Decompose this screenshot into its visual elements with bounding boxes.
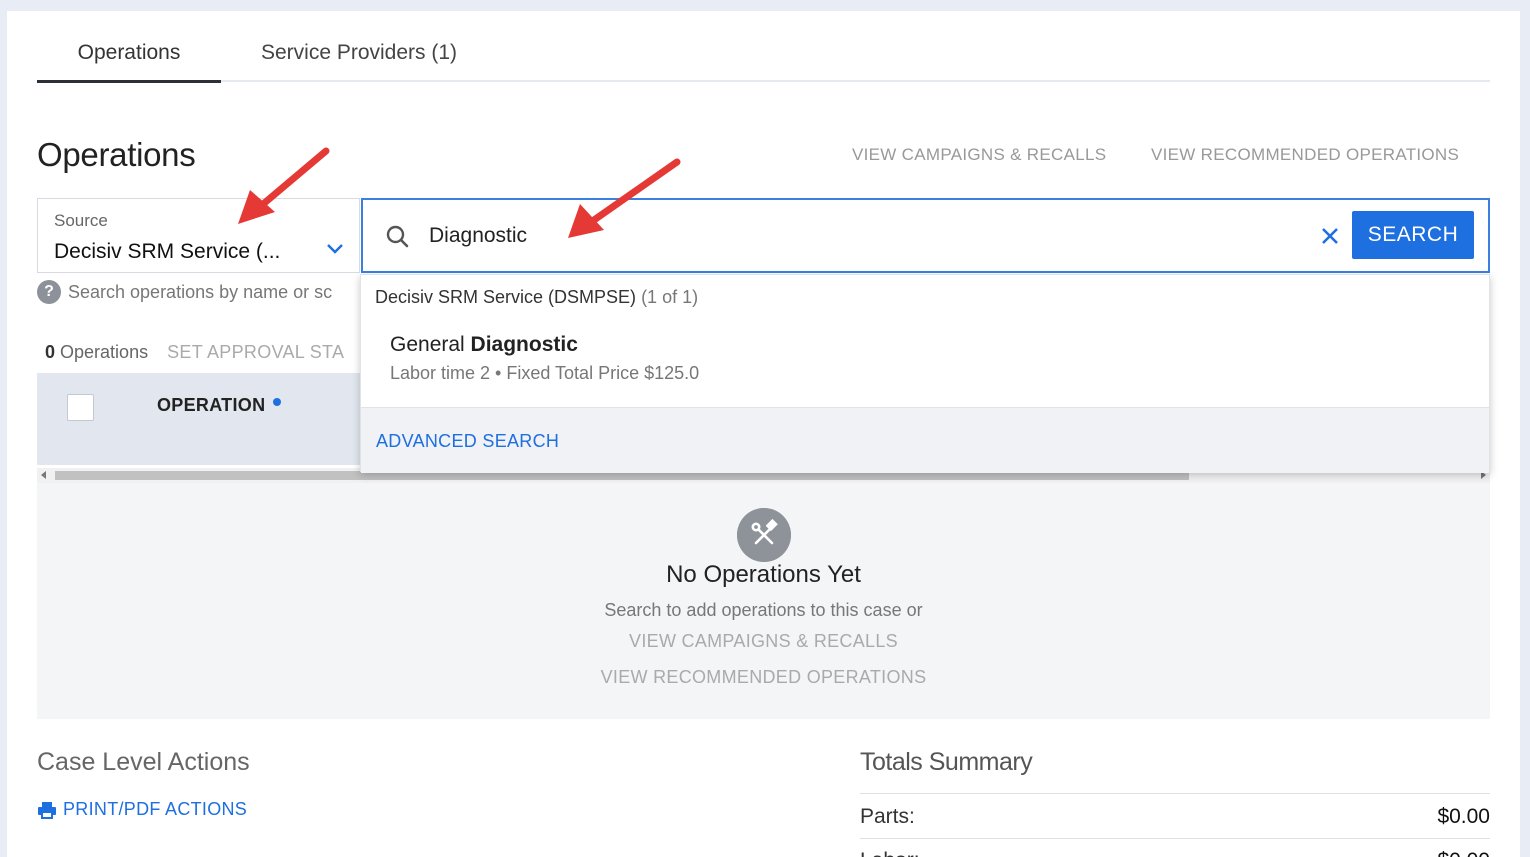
totals-amount: $0.00	[1437, 849, 1490, 857]
search-icon	[386, 225, 409, 248]
clear-icon[interactable]	[1318, 224, 1342, 248]
operations-count-label: Operations	[60, 342, 149, 362]
operation-column-label: OPERATION	[157, 395, 266, 415]
set-approval-status-link[interactable]: SET APPROVAL STA	[167, 342, 344, 362]
search-button[interactable]: SEARCH	[1352, 211, 1474, 259]
chevron-down-icon	[327, 244, 343, 254]
operations-count-row: 0 Operations SET APPROVAL STA	[45, 342, 360, 363]
totals-label: Labor:	[860, 849, 920, 857]
result-group-name: Decisiv SRM Service (DSMPSE)	[375, 287, 637, 307]
search-results-dropdown: Decisiv SRM Service (DSMPSE) (1 of 1) Ge…	[360, 274, 1490, 473]
totals-divider	[860, 793, 1490, 794]
search-box: SEARCH	[361, 198, 1490, 273]
view-recommended-link[interactable]: VIEW RECOMMENDED OPERATIONS	[1151, 145, 1459, 165]
empty-subtitle: Search to add operations to this case or	[604, 600, 923, 620]
tab-bar: Operations Service Providers (1)	[37, 28, 1490, 83]
tools-icon	[737, 508, 791, 562]
tab-service-providers[interactable]: Service Providers (1)	[254, 28, 464, 82]
advanced-search-link[interactable]: ADVANCED SEARCH	[376, 431, 559, 452]
print-pdf-actions-label: PRINT/PDF ACTIONS	[63, 799, 248, 819]
result-meta: Labor time 2 • Fixed Total Price $125.0	[390, 363, 700, 383]
totals-row-labor: Labor: $0.00	[860, 849, 1490, 857]
view-campaigns-link[interactable]: VIEW CAMPAIGNS & RECALLS	[852, 145, 1106, 165]
page-title: Operations	[37, 136, 196, 173]
printer-icon	[38, 802, 56, 820]
help-icon: ?	[37, 280, 61, 304]
totals-divider	[860, 838, 1490, 839]
source-value: Decisiv SRM Service (...	[54, 240, 281, 263]
totals-summary-title: Totals Summary	[860, 748, 1033, 776]
search-help-text: Search operations by name or sc	[68, 281, 333, 302]
totals-row-parts: Parts: $0.00	[860, 805, 1490, 829]
case-level-actions-title: Case Level Actions	[37, 748, 250, 776]
totals-amount: $0.00	[1437, 805, 1490, 828]
empty-view-campaigns-link[interactable]: VIEW CAMPAIGNS & RECALLS	[37, 631, 1490, 652]
print-pdf-actions-link[interactable]: PRINT/PDF ACTIONS	[37, 799, 247, 820]
operations-count: 0	[45, 342, 56, 362]
empty-title: No Operations Yet	[666, 561, 861, 588]
result-group-header: Decisiv SRM Service (DSMPSE) (1 of 1)	[375, 287, 698, 308]
search-help: ? Search operations by name or sc	[37, 280, 360, 306]
result-name-prefix: General	[390, 333, 471, 356]
source-select[interactable]: Source Decisiv SRM Service (...	[37, 198, 360, 273]
result-group-count: (1 of 1)	[641, 287, 699, 307]
result-name-match: Diagnostic	[470, 333, 578, 356]
result-name: General Diagnostic	[390, 333, 578, 357]
empty-state: No Operations Yet Search to add operatio…	[37, 483, 1490, 719]
dropdown-footer: ADVANCED SEARCH	[361, 407, 1489, 473]
search-result-item[interactable]: General Diagnostic Labor time 2 • Fixed …	[361, 323, 1489, 405]
table-header: OPERATION	[37, 373, 360, 465]
search-input[interactable]	[429, 214, 1289, 258]
source-label: Source	[54, 211, 108, 230]
select-all-checkbox[interactable]	[67, 394, 94, 421]
operation-column-header[interactable]: OPERATION	[157, 395, 282, 416]
sort-indicator-dot	[273, 398, 282, 406]
tab-operations[interactable]: Operations	[37, 28, 221, 83]
scroll-left-icon[interactable]	[41, 471, 46, 479]
empty-view-recommended-link[interactable]: VIEW RECOMMENDED OPERATIONS	[37, 667, 1490, 688]
totals-label: Parts:	[860, 805, 915, 828]
